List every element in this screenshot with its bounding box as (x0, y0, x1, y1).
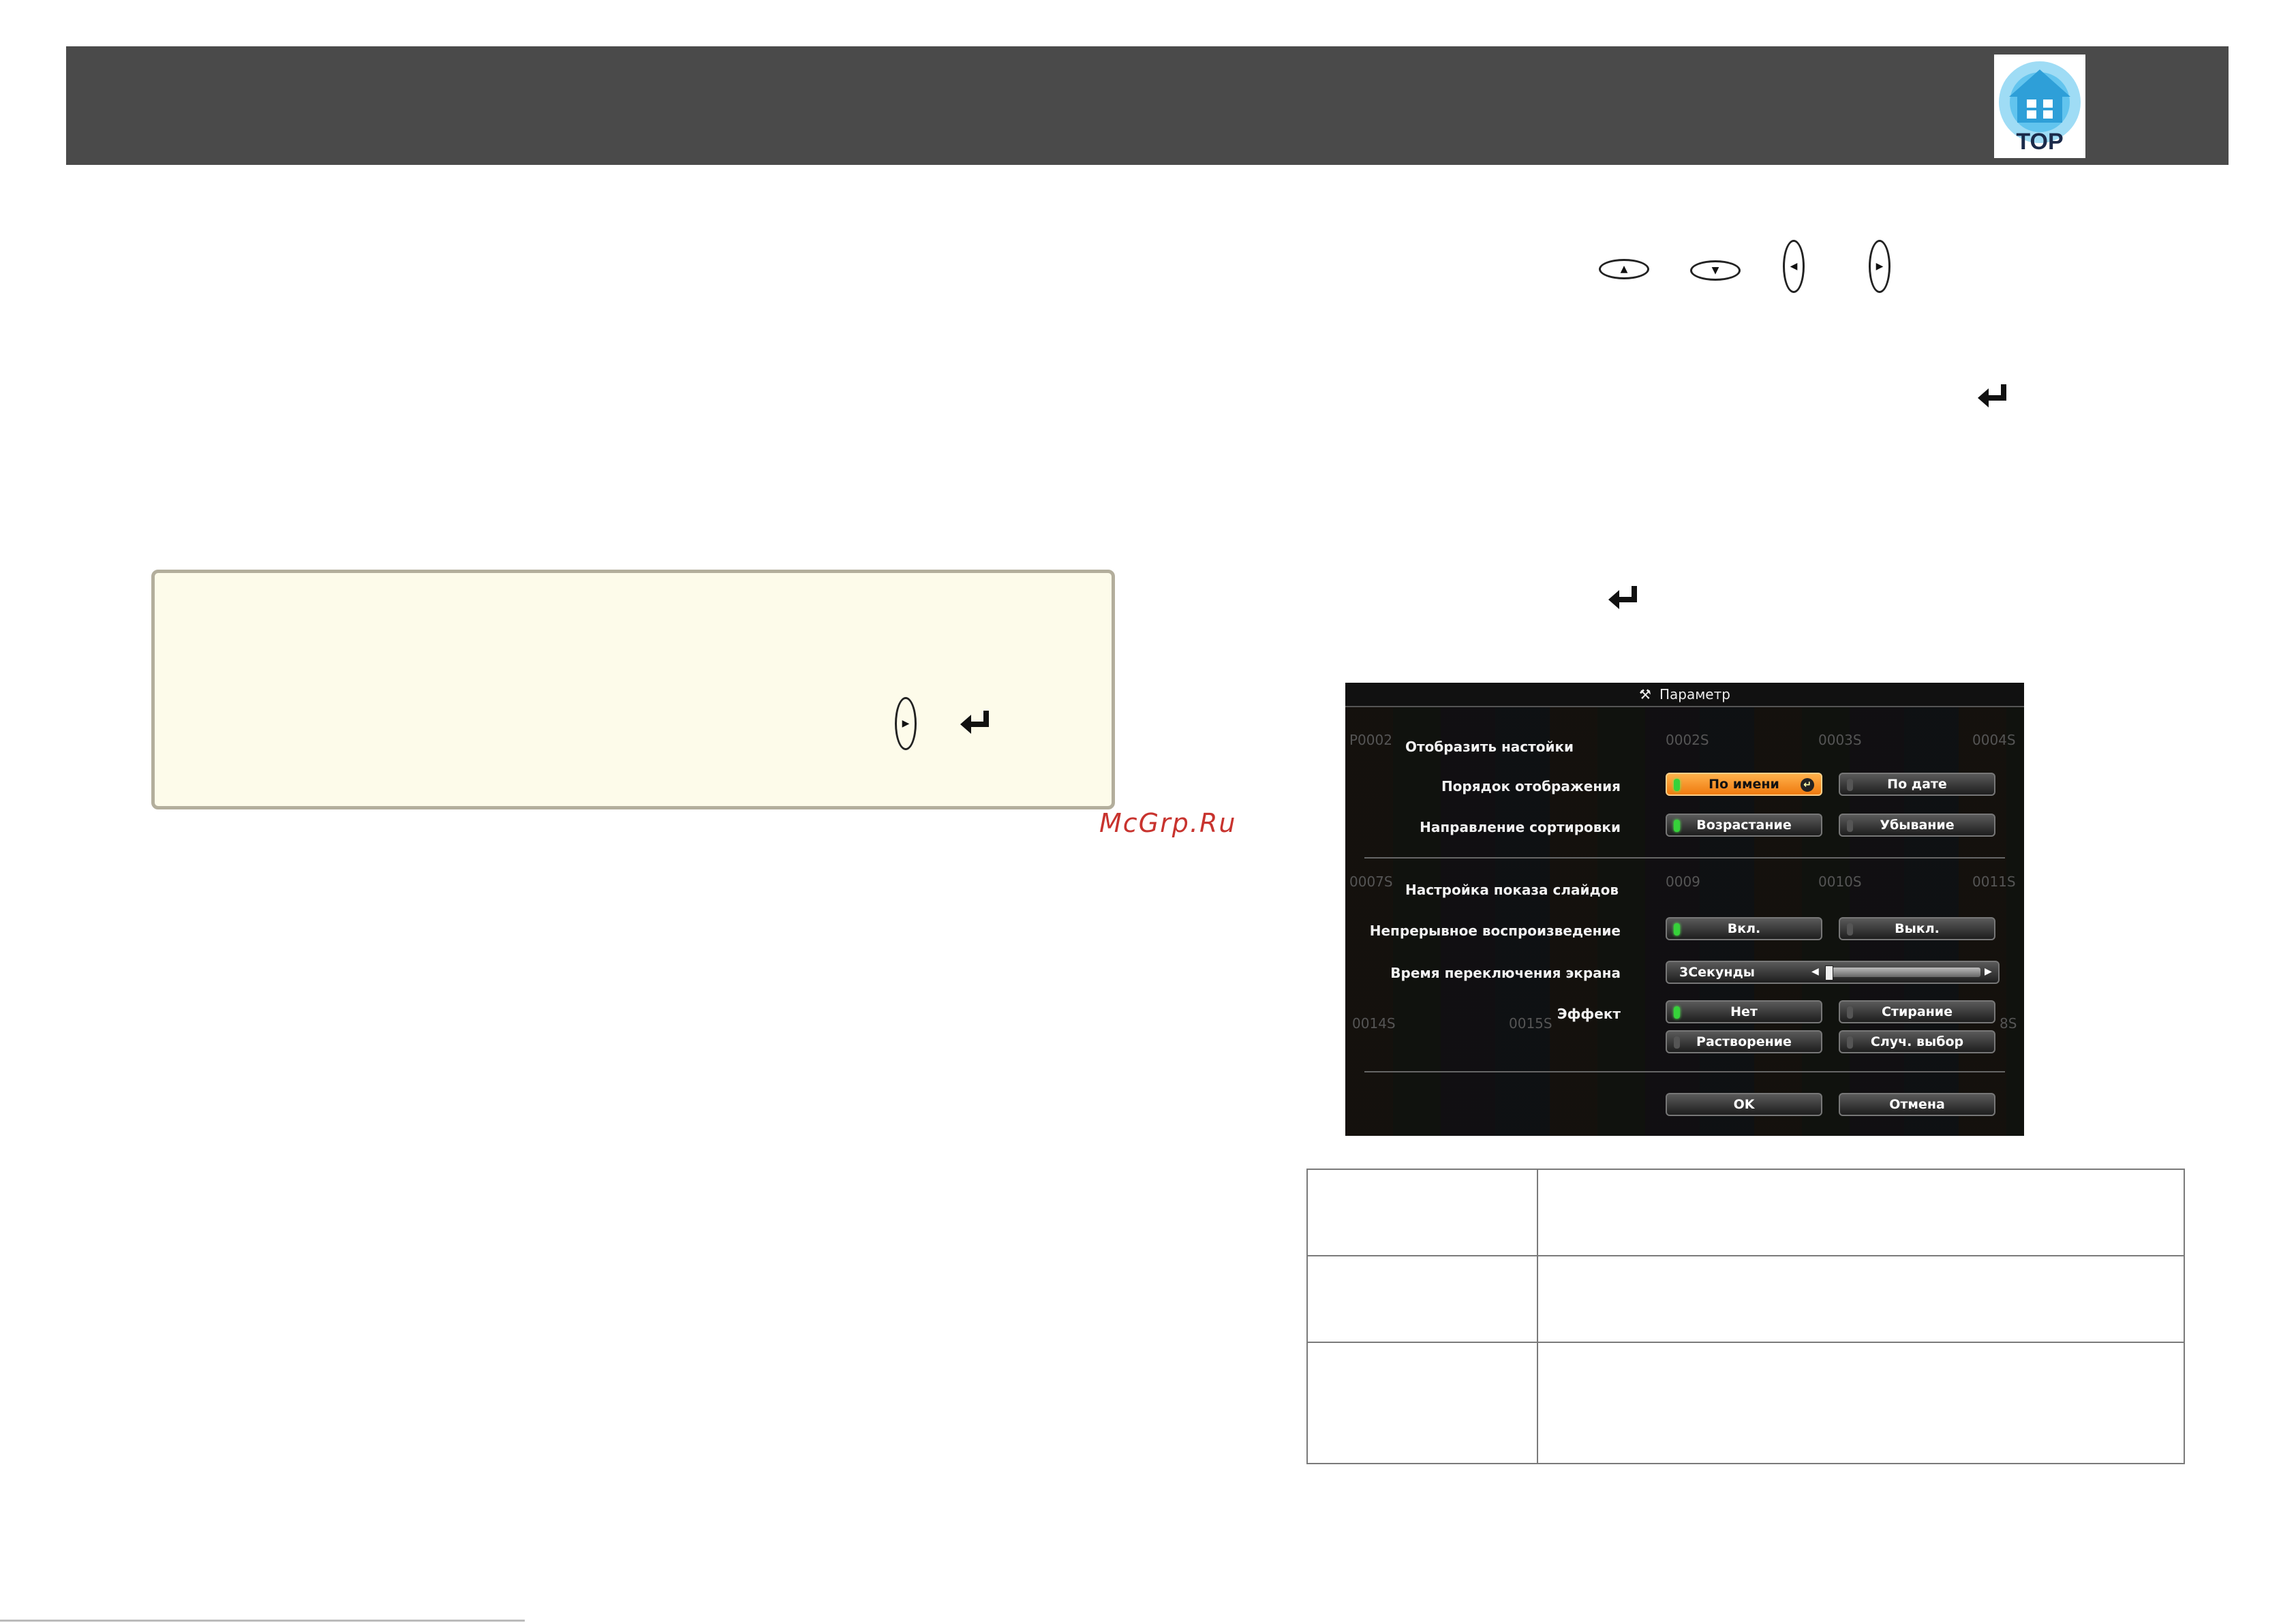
thumbnail-label: 0002S (1666, 732, 1709, 748)
parameter-dialog: ⚒ Параметр P0002 0002S 0003S 0004S 0007S… (1345, 683, 2024, 1136)
led-indicator (1847, 923, 1853, 936)
sort-direction-label: Направление сортировки (1420, 819, 1621, 835)
order-by-name-button[interactable]: По имени ↵ (1666, 773, 1822, 796)
separator (1364, 1071, 2005, 1072)
up-arrow-glyph: ▲ (1620, 264, 1628, 275)
led-indicator (1674, 923, 1680, 936)
thumbnail-label: 0007S (1349, 874, 1393, 890)
effect-none-button[interactable]: Нет (1666, 1000, 1822, 1023)
continuous-play-off-button[interactable]: Выкл. (1839, 917, 1995, 940)
led-indicator (1847, 1006, 1853, 1019)
dialog-title: Параметр (1659, 686, 1730, 702)
left-arrow-glyph: ◀ (1790, 261, 1798, 272)
enter-key-icon (1978, 384, 2006, 407)
button-label: Возрастание (1696, 818, 1792, 833)
note-box: ▶ (151, 570, 1115, 809)
switch-time-label: Время переключения экрана (1390, 965, 1621, 981)
thumbnail-label: 0004S (1972, 732, 2016, 748)
thumbnail-label: 8S (2000, 1015, 2017, 1032)
table-row (1306, 1255, 2185, 1343)
table-cell (1306, 1169, 1538, 1256)
thumbnail-label: 0009 (1666, 874, 1700, 890)
header-bar (66, 46, 2229, 165)
section-display-settings: Отобразить настойки (1405, 739, 1574, 755)
table-cell (1537, 1169, 2185, 1256)
button-label: По дате (1887, 777, 1947, 792)
slider-right-arrow-icon[interactable]: ▶ (1985, 966, 1992, 977)
order-by-date-button[interactable]: По дате (1839, 773, 1995, 796)
right-key-icon: ▶ (1869, 240, 1891, 293)
table-cell (1306, 1342, 1538, 1464)
led-indicator (1674, 820, 1680, 832)
ascending-button[interactable]: Возрастание (1666, 814, 1822, 837)
table-cell (1537, 1342, 2185, 1464)
table-cell (1306, 1255, 1538, 1343)
thumbnail-label: P0002 (1349, 732, 1392, 748)
section-slideshow-settings: Настройка показа слайдов (1405, 882, 1619, 898)
effect-wipe-button[interactable]: Стирание (1839, 1000, 1995, 1023)
continuous-play-label: Непрерывное воспроизведение (1369, 923, 1621, 939)
left-key-icon: ◀ (1783, 240, 1805, 293)
slider-value: 3Секунды (1679, 965, 1755, 980)
cancel-button[interactable]: Отмена (1839, 1093, 1995, 1116)
separator (1364, 857, 2005, 859)
button-label: Выкл. (1895, 921, 1940, 936)
enter-key-icon (1608, 586, 1637, 609)
ok-button[interactable]: OK (1666, 1093, 1822, 1116)
thumbnail-label: 0011S (1972, 874, 2016, 890)
effect-random-button[interactable]: Случ. выбор (1839, 1030, 1995, 1053)
slider-thumb[interactable] (1825, 965, 1833, 980)
wrench-icon: ⚒ (1639, 686, 1651, 702)
table-cell (1537, 1255, 2185, 1343)
top-logo-text: TOP (2016, 129, 2064, 155)
footer-line (0, 1620, 525, 1622)
dialog-titlebar: ⚒ Параметр (1345, 683, 2024, 707)
parameter-table (1306, 1169, 2185, 1464)
switch-time-slider[interactable]: 3Секунды ◀ ▶ (1666, 961, 2000, 984)
effect-dissolve-button[interactable]: Растворение (1666, 1030, 1822, 1053)
led-indicator (1674, 1036, 1680, 1049)
right-arrow-glyph: ▶ (902, 718, 910, 729)
table-row (1306, 1342, 2185, 1464)
right-arrow-glyph: ▶ (1876, 261, 1884, 272)
thumbnail-label: 0010S (1818, 874, 1862, 890)
button-label: OK (1733, 1097, 1755, 1112)
led-indicator (1674, 1006, 1680, 1019)
button-label: Растворение (1696, 1034, 1792, 1049)
enter-icon: ↵ (1801, 778, 1814, 792)
down-key-icon: ▼ (1690, 260, 1741, 281)
effect-label: Эффект (1557, 1006, 1621, 1022)
enter-key-icon (960, 711, 989, 734)
led-indicator (1847, 779, 1853, 791)
slider-left-arrow-icon[interactable]: ◀ (1811, 966, 1819, 977)
continuous-play-on-button[interactable]: Вкл. (1666, 917, 1822, 940)
thumbnail-label: 0003S (1818, 732, 1862, 748)
display-order-label: Порядок отображения (1441, 778, 1621, 794)
right-key-icon: ▶ (895, 697, 917, 750)
button-label: По имени (1709, 777, 1779, 792)
button-label: Случ. выбор (1870, 1034, 1964, 1049)
led-indicator (1847, 820, 1853, 832)
watermark: McGrp.Ru (1099, 808, 1237, 838)
button-label: Убывание (1880, 818, 1955, 833)
slider-track[interactable] (1825, 968, 1980, 977)
descending-button[interactable]: Убывание (1839, 814, 1995, 837)
button-label: Нет (1730, 1004, 1758, 1019)
button-label: Отмена (1889, 1097, 1945, 1112)
button-label: Вкл. (1727, 921, 1761, 936)
led-indicator (1847, 1036, 1853, 1049)
down-arrow-glyph: ▼ (1711, 265, 1719, 276)
table-row (1306, 1169, 2185, 1256)
up-key-icon: ▲ (1599, 259, 1649, 279)
top-logo-button[interactable]: TOP (1994, 55, 2085, 158)
button-label: Стирание (1881, 1004, 1953, 1019)
led-indicator (1674, 779, 1680, 791)
